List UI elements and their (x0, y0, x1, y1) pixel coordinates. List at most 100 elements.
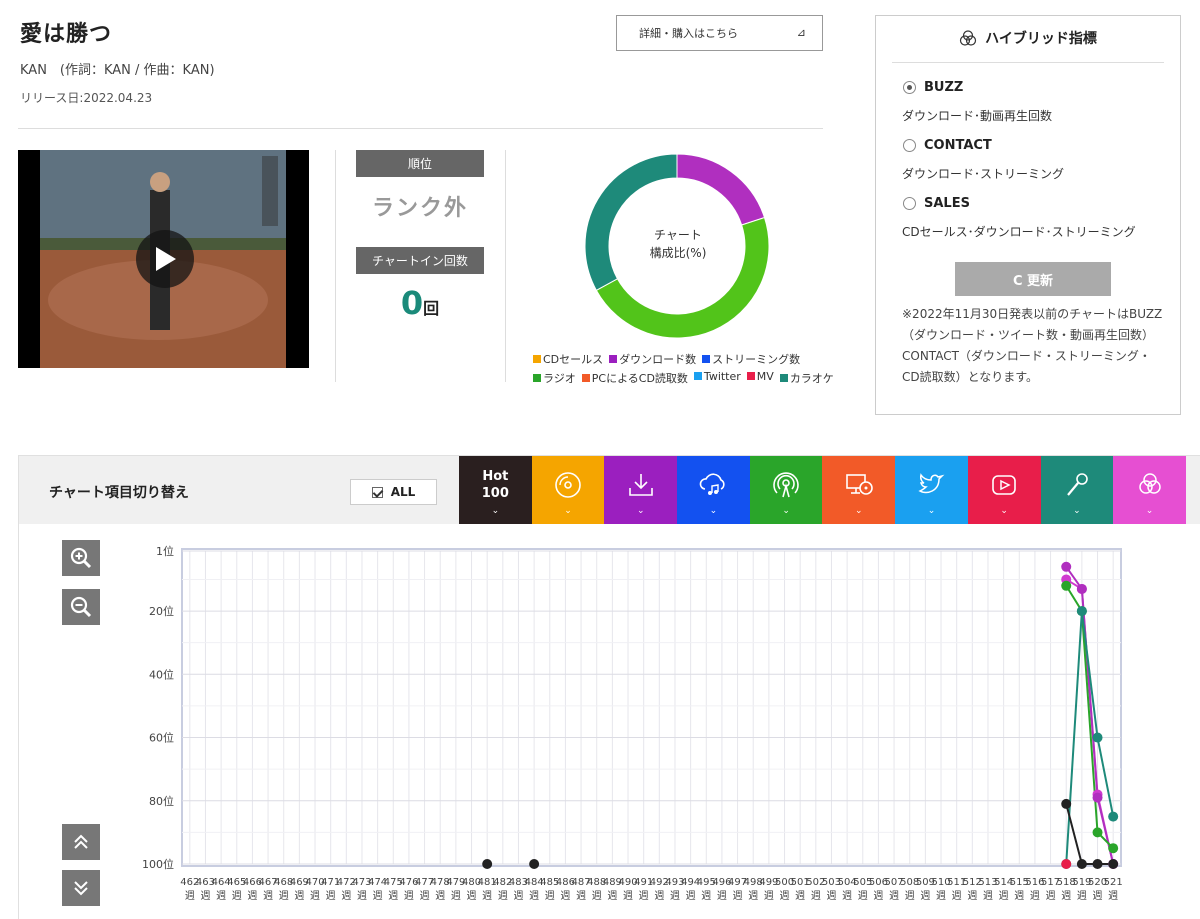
release-date: リリース日:2022.04.23 (20, 91, 153, 105)
y-tick-label: 100位 (142, 857, 174, 871)
donut-center-line2: 構成比(%) (649, 246, 707, 260)
option-sales-label: SALES (924, 196, 970, 211)
x-tick-unit: 週 (873, 890, 883, 902)
legend-label: ラジオ (543, 372, 576, 385)
plot-area (181, 548, 1122, 867)
chart-in-number: 0 (400, 284, 424, 322)
x-tick-unit: 週 (795, 890, 805, 902)
x-tick-unit: 週 (1046, 890, 1056, 902)
hybrid-note: ※2022年11月30日発表以前のチャートはBUZZ（ダウンロード・ツイート数・… (902, 307, 1163, 384)
data-point[interactable] (1108, 859, 1119, 869)
legend-item: PCによるCD読取数 (581, 370, 688, 386)
data-point[interactable] (482, 859, 493, 869)
x-tick-unit: 週 (467, 890, 477, 902)
x-tick-unit: 週 (294, 890, 304, 902)
donut-slice (584, 153, 678, 292)
x-tick-unit: 週 (654, 890, 664, 902)
x-tick-unit: 週 (545, 890, 555, 902)
page: 愛は勝つ KAN (作詞：KAN / 作曲：KAN) リリース日:2022.04… (0, 0, 1200, 919)
x-tick-unit: 週 (498, 890, 508, 902)
x-tick-unit: 週 (905, 890, 915, 902)
x-tick-unit: 週 (842, 890, 852, 902)
x-tick-unit: 週 (780, 890, 790, 902)
legend-item: ラジオ (533, 370, 576, 386)
x-tick-unit: 週 (310, 890, 320, 902)
x-tick-unit: 週 (560, 890, 570, 902)
radio-sales[interactable] (903, 197, 916, 210)
radio-buzz[interactable] (903, 81, 916, 94)
data-point[interactable] (529, 859, 540, 869)
option-sales[interactable]: SALES (903, 196, 970, 211)
data-point[interactable] (1092, 732, 1103, 743)
x-tick-unit: 週 (764, 890, 774, 902)
radio-contact[interactable] (903, 139, 916, 152)
data-point[interactable] (1061, 798, 1072, 809)
hybrid-icon (959, 30, 977, 50)
legend-swatch (609, 355, 618, 363)
play-button[interactable] (136, 230, 194, 288)
data-point[interactable] (1092, 827, 1103, 838)
x-tick-unit: 週 (279, 890, 289, 902)
x-tick-unit: 週 (811, 890, 821, 902)
x-tick-unit: 週 (529, 890, 539, 902)
video-thumbnail[interactable] (18, 150, 309, 368)
option-buzz[interactable]: BUZZ (903, 80, 963, 95)
x-tick-unit: 週 (216, 890, 226, 902)
x-tick-unit: 週 (482, 890, 492, 902)
donut-center-label: チャート 構成比(%) (626, 226, 730, 262)
refresh-button[interactable]: C 更新 (955, 262, 1111, 296)
legend-label: Twitter (703, 370, 741, 383)
chart-in-label: チャートイン回数 (356, 247, 484, 274)
option-sales-desc: CDセールス･ダウンロード･ストリーミング (902, 225, 1136, 239)
legend-label: MV (756, 370, 774, 383)
hybrid-title-text: ハイブリッド指標 (985, 31, 1097, 47)
data-point[interactable] (1108, 843, 1119, 854)
data-point[interactable] (1108, 811, 1119, 822)
data-point[interactable] (1076, 583, 1087, 594)
x-tick-unit: 週 (592, 890, 602, 902)
data-point[interactable] (1061, 561, 1072, 572)
x-tick-unit: 週 (607, 890, 617, 902)
x-tick-unit: 週 (404, 890, 414, 902)
donut-slice (676, 153, 766, 226)
chart-in-unit: 回 (423, 299, 440, 318)
data-point[interactable] (1076, 859, 1087, 869)
hybrid-index-panel: ハイブリッド指標 BUZZ ダウンロード･動画再生回数 CONTACT ダウンロ… (875, 15, 1181, 415)
y-tick-label: 1位 (156, 544, 174, 558)
x-tick-unit: 週 (1030, 890, 1040, 902)
x-tick-unit: 週 (889, 890, 899, 902)
detail-purchase-label: 詳細・購入はこちら (639, 27, 738, 40)
x-tick-unit: 週 (1093, 890, 1103, 902)
divider (335, 150, 336, 382)
data-point[interactable] (1076, 606, 1087, 617)
x-tick-unit: 週 (1061, 890, 1071, 902)
x-tick-unit: 週 (686, 890, 696, 902)
y-tick-label: 60位 (149, 731, 174, 745)
x-tick-unit: 週 (357, 890, 367, 902)
data-point[interactable] (1061, 580, 1072, 591)
x-tick-unit: 週 (341, 890, 351, 902)
option-buzz-label: BUZZ (924, 80, 964, 95)
legend-item: カラオケ (779, 370, 834, 386)
x-tick-unit: 週 (200, 890, 210, 902)
x-tick-unit: 週 (513, 890, 523, 902)
data-point[interactable] (1061, 859, 1072, 869)
data-point[interactable] (1092, 859, 1103, 869)
x-tick-unit: 週 (247, 890, 257, 902)
option-contact-label: CONTACT (924, 138, 992, 153)
legend-label: PCによるCD読取数 (591, 372, 688, 385)
x-tick-unit: 週 (952, 890, 962, 902)
legend-swatch (581, 374, 590, 382)
x-tick-unit: 週 (623, 890, 633, 902)
x-tick-unit: 週 (701, 890, 711, 902)
detail-purchase-button[interactable]: 詳細・購入はこちら ⊿ (616, 15, 823, 51)
arrow-icon: ⊿ (796, 26, 806, 39)
legend-item: Twitter (693, 370, 741, 386)
legend-label: カラオケ (789, 372, 834, 385)
x-tick-unit: 週 (936, 890, 946, 902)
data-point[interactable] (1092, 792, 1103, 803)
x-tick-unit: 週 (717, 890, 727, 902)
rank-history-chart: 462週463週464週465週466週467週468週469週470週471週… (142, 544, 1123, 902)
divider (18, 128, 823, 129)
option-contact[interactable]: CONTACT (903, 138, 992, 153)
